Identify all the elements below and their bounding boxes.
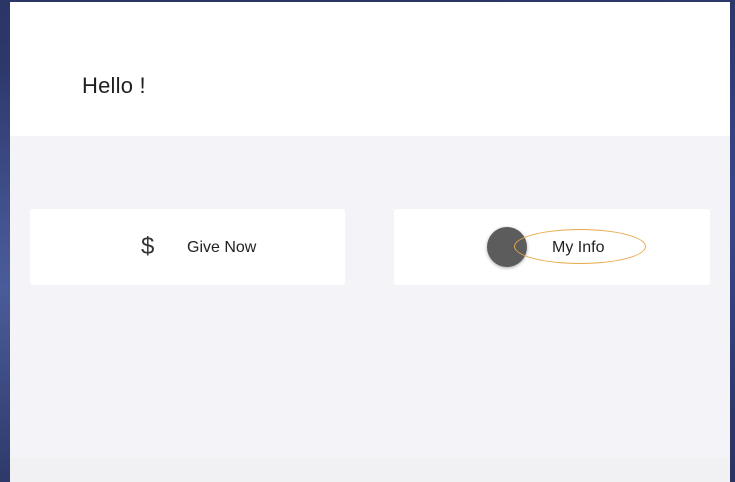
dollar-icon: $ (141, 233, 155, 260)
give-now-label: Give Now (187, 239, 257, 256)
greeting-text: Hello ! (82, 73, 146, 98)
app-panel: Hello ! $ Give Now My Info (10, 2, 730, 482)
bottom-strip (10, 458, 730, 482)
header: Hello ! (10, 2, 730, 136)
my-info-label: My Info (552, 239, 605, 256)
touch-indicator-icon (487, 227, 527, 267)
my-info-button[interactable]: My Info (394, 209, 710, 285)
give-now-button[interactable]: $ Give Now (30, 209, 345, 285)
